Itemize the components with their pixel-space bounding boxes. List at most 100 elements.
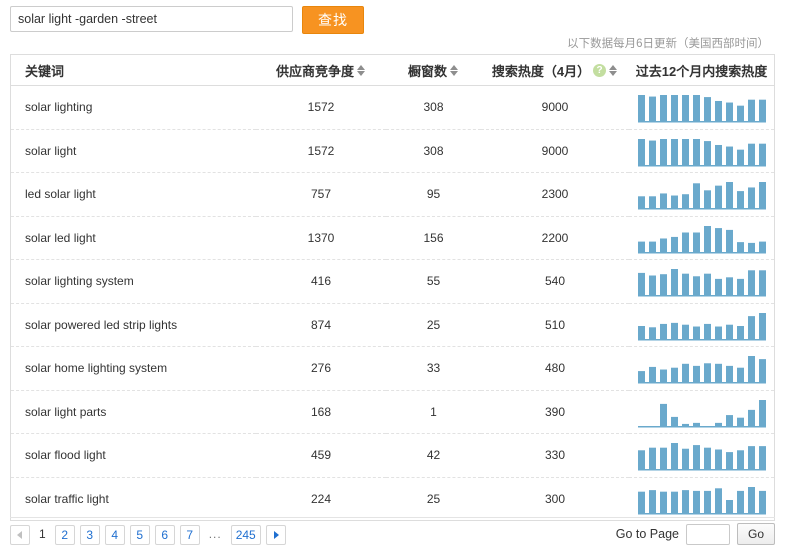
- cell-competition: 757: [256, 172, 386, 217]
- cell-competition: 224: [310, 491, 332, 506]
- cell-competition: 1572: [256, 129, 386, 173]
- cell-search-heat: 2200: [481, 216, 629, 260]
- cell-showcase: 308: [386, 85, 481, 130]
- goto-page-group: Go to Page Go: [616, 523, 775, 545]
- cell-search-heat: 510: [481, 303, 629, 347]
- pagination-ellipsis: ...: [208, 527, 222, 541]
- trend-sparkline: [637, 312, 766, 341]
- search-button[interactable]: 查找: [302, 6, 364, 34]
- table-body: solar lighting 1572 308 9000 solar light 1572…: [11, 85, 774, 521]
- cell-search-heat: 300: [544, 491, 566, 506]
- pagination-page-button[interactable]: 6: [154, 525, 175, 545]
- cell-showcase: 55: [386, 259, 481, 304]
- cell-trend-sparkline: [629, 172, 774, 217]
- cell-keyword: solar lighting: [11, 85, 256, 130]
- trend-sparkline: [637, 269, 766, 297]
- column-header-trend-label: 过去12个月内搜索热度: [635, 63, 768, 79]
- cell-showcase: 33: [386, 346, 481, 391]
- cell-showcase: 25: [426, 491, 441, 506]
- table-row[interactable]: solar lighting system 416 55 540: [11, 259, 774, 304]
- help-icon[interactable]: ?: [593, 63, 607, 77]
- footer-divider: [10, 517, 775, 518]
- trend-sparkline: [637, 225, 766, 254]
- table-row[interactable]: solar light 1572 308 9000: [11, 129, 774, 173]
- cell-showcase: 42: [386, 433, 481, 478]
- cell-trend-sparkline: [629, 477, 774, 520]
- cell-competition: 1572: [256, 85, 386, 130]
- cell-keyword: solar led light: [11, 216, 256, 260]
- cell-search-heat: 540: [481, 259, 629, 304]
- goto-page-input[interactable]: [686, 523, 730, 545]
- goto-page-label: Go to Page: [615, 527, 679, 541]
- column-header-search-heat-label: 搜索热度（4月）: [491, 63, 591, 79]
- cell-trend-sparkline: [629, 129, 774, 173]
- cell-search-heat: 9000: [481, 85, 629, 130]
- keyword-table: 关键词 供应商竞争度 橱窗数 搜索热度（4月） ? 过去12个月内搜索热度 so…: [11, 55, 774, 520]
- cell-keyword: solar flood light: [11, 433, 256, 478]
- trend-sparkline: [637, 95, 766, 123]
- pagination-page-button[interactable]: 7: [179, 525, 200, 545]
- table-row[interactable]: solar flood light 459 42 330: [11, 433, 774, 478]
- table-header-row: 关键词 供应商竞争度 橱窗数 搜索热度（4月） ? 过去12个月内搜索热度: [11, 55, 774, 86]
- cell-keyword: led solar light: [11, 172, 256, 217]
- pagination-page-button[interactable]: 4: [104, 525, 125, 545]
- column-header-keyword: 关键词: [11, 55, 256, 86]
- pagination-next-button[interactable]: [265, 525, 286, 545]
- cell-search-heat: 9000: [481, 129, 629, 173]
- goto-page-button[interactable]: Go: [737, 523, 775, 545]
- column-header-competition[interactable]: 供应商竞争度: [256, 55, 386, 86]
- cell-keyword: solar powered led strip lights: [11, 303, 256, 347]
- table-row[interactable]: solar traffic light 224 25 300: [11, 477, 774, 520]
- cell-trend-sparkline: [629, 390, 774, 434]
- pagination-last-page[interactable]: 245: [230, 525, 261, 545]
- sort-icon[interactable]: [357, 64, 366, 77]
- search-bar: 查找: [10, 6, 364, 34]
- cell-competition: 416: [256, 259, 386, 304]
- column-header-keyword-label: 关键词: [25, 63, 65, 79]
- keyword-table-container: 关键词 供应商竞争度 橱窗数 搜索热度（4月） ? 过去12个月内搜索热度 so…: [10, 54, 775, 521]
- cell-showcase: 25: [386, 303, 481, 347]
- trend-sparkline: [637, 138, 766, 167]
- cell-trend-sparkline: [629, 259, 774, 304]
- cell-search-heat: 480: [481, 346, 629, 391]
- pagination-page-button[interactable]: 5: [129, 525, 150, 545]
- cell-trend-sparkline: [629, 216, 774, 260]
- cell-competition: 874: [256, 303, 386, 347]
- trend-sparkline: [637, 182, 766, 210]
- cell-trend-sparkline: [629, 346, 774, 391]
- cell-showcase: 95: [386, 172, 481, 217]
- pagination-prev-button[interactable]: [10, 525, 30, 545]
- table-row[interactable]: led solar light 757 95 2300: [11, 172, 774, 217]
- table-row[interactable]: solar light parts 168 1 390: [11, 390, 774, 434]
- cell-showcase: 308: [386, 129, 481, 173]
- cell-showcase: 1: [386, 390, 481, 434]
- cell-keyword: solar light parts: [11, 390, 256, 434]
- table-row[interactable]: solar led light 1370 156 2200: [11, 216, 774, 260]
- column-header-search-heat[interactable]: 搜索热度（4月） ?: [481, 55, 629, 86]
- cell-competition: 276: [256, 346, 386, 391]
- column-header-trend: 过去12个月内搜索热度: [629, 55, 774, 86]
- sort-icon[interactable]: [609, 64, 618, 77]
- cell-showcase: 156: [386, 216, 481, 260]
- pagination-page-button[interactable]: 2: [54, 525, 75, 545]
- table-row[interactable]: solar home lighting system 276 33 480: [11, 346, 774, 391]
- cell-trend-sparkline: [629, 303, 774, 347]
- cell-keyword: solar light: [11, 129, 256, 173]
- cell-competition: 459: [256, 433, 386, 478]
- sort-icon[interactable]: [450, 64, 459, 77]
- table-row[interactable]: solar powered led strip lights 874 25 510: [11, 303, 774, 347]
- cell-keyword: solar traffic light: [25, 491, 109, 506]
- update-notice: 以下数据每月6日更新（美国西部时间）: [567, 38, 769, 50]
- trend-sparkline: [637, 399, 766, 428]
- table-row[interactable]: solar lighting 1572 308 9000: [11, 85, 774, 130]
- column-header-showcase[interactable]: 橱窗数: [386, 55, 481, 86]
- pagination-page-button[interactable]: 3: [79, 525, 100, 545]
- cell-search-heat: 2300: [481, 172, 629, 217]
- pagination: 1 234567 ... 245: [10, 525, 286, 545]
- cell-competition: 1370: [256, 216, 386, 260]
- cell-search-heat: 390: [481, 390, 629, 434]
- chevron-right-icon: [273, 531, 279, 539]
- cell-competition: 168: [256, 390, 386, 434]
- search-input[interactable]: [10, 6, 293, 32]
- pagination-current-page: 1: [39, 527, 46, 541]
